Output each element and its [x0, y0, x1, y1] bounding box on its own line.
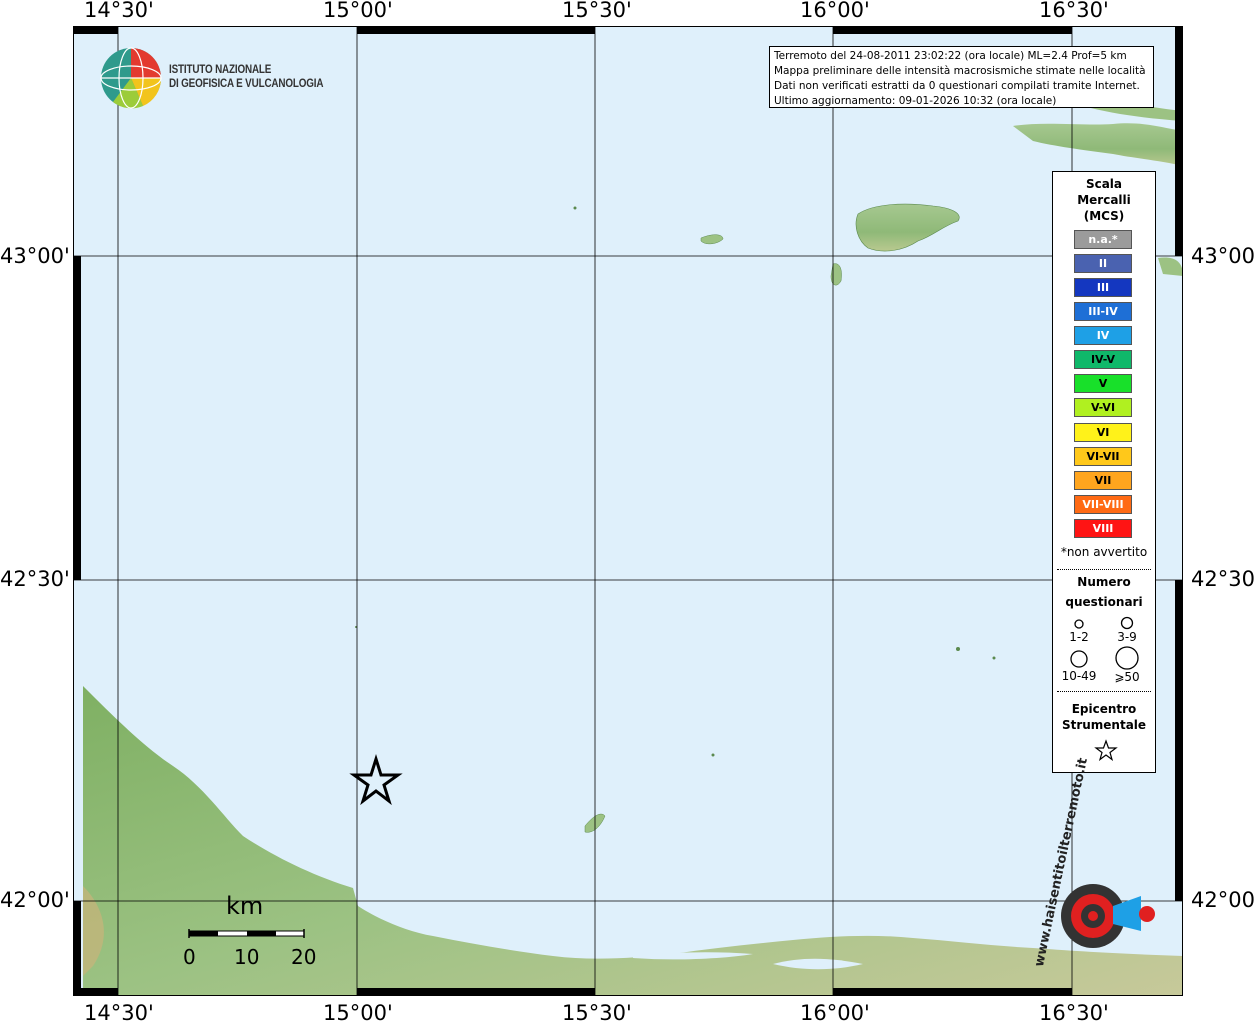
count-label-50: ⩾50	[1114, 670, 1140, 684]
count-circle-medium	[1120, 616, 1134, 630]
epicenter-legend-star-icon	[1094, 739, 1118, 761]
lon-tick-top-2: 15°00'	[323, 0, 393, 22]
count-circle-small	[1074, 619, 1084, 629]
legend-swatch-ii: II	[1074, 254, 1132, 273]
legend-swatch-iv: IV	[1074, 326, 1132, 345]
legend-title-2: Mercalli	[1077, 193, 1131, 207]
scale-label-10: 10	[234, 945, 260, 969]
epicenter-title-1: Epicentro	[1071, 702, 1137, 716]
scale-label-0: 0	[183, 945, 196, 969]
event-info-box: Terremoto del 24-08-2011 23:02:22 (ora l…	[769, 46, 1154, 108]
scale-label-20: 20	[291, 945, 317, 969]
lon-tick-top-4: 16°00'	[800, 0, 870, 22]
map-canvas[interactable]	[73, 26, 1183, 996]
islet-3	[956, 647, 960, 651]
legend-swatch-iii: III	[1074, 278, 1132, 297]
legend-swatch-na: n.a.*	[1074, 230, 1132, 249]
legend-swatch-iv-v: IV-V	[1074, 350, 1132, 369]
ingv-logo-icon	[100, 47, 162, 109]
epicenter-title-2: Strumentale	[1061, 718, 1147, 732]
lat-tick-left-2: 42°30'	[0, 567, 70, 591]
legend-separator-2	[1057, 691, 1151, 692]
count-circle-large	[1070, 650, 1088, 668]
lon-tick-bottom-1: 14°30'	[84, 1001, 154, 1025]
logo-line-1: ISTITUTO NAZIONALE	[169, 64, 272, 76]
count-title-2: questionari	[1065, 595, 1143, 609]
info-line-1: Terremoto del 24-08-2011 23:02:22 (ora l…	[774, 50, 1127, 62]
info-line-3: Dati non verificati estratti da 0 questi…	[774, 80, 1140, 92]
count-symbols	[1070, 616, 1139, 670]
legend-title-3: (MCS)	[1083, 209, 1125, 223]
lat-tick-right-2: 42°30'	[1191, 567, 1256, 591]
lon-tick-top-3: 15°30'	[562, 0, 632, 22]
islet-1	[573, 206, 577, 210]
legend-swatch-vi: VI	[1074, 423, 1132, 442]
info-line-2: Mappa preliminare delle intensità macros…	[774, 65, 1146, 77]
lat-tick-left-3: 42°00'	[0, 888, 70, 912]
lon-tick-top-1: 14°30'	[84, 0, 154, 22]
legend-title-1: Scala	[1085, 177, 1123, 191]
islet-4	[992, 656, 996, 660]
legend-swatch-v-vi: V-VI	[1074, 398, 1132, 417]
lat-tick-left-1: 43°00'	[0, 244, 70, 268]
count-label-1-2: 1-2	[1069, 630, 1089, 644]
ingv-logo-text: ISTITUTO NAZIONALE DI GEOFISICA E VULCAN…	[169, 63, 324, 91]
lon-tick-bottom-4: 16°00'	[800, 1001, 870, 1025]
islet-2	[711, 753, 715, 757]
count-circle-xlarge	[1115, 646, 1139, 670]
legend-swatch-v: V	[1074, 374, 1132, 393]
legend-swatch-vii: VII	[1074, 471, 1132, 490]
legend-swatch-viii: VIII	[1074, 519, 1132, 538]
island-small-2	[830, 263, 842, 286]
legend-note: *non avvertito	[1060, 545, 1148, 559]
count-title-1: Numero	[1077, 575, 1131, 589]
scale-unit: km	[226, 892, 264, 920]
logo-line-2: DI GEOFISICA E VULCANOLOGIA	[169, 78, 324, 90]
legend-swatch-vii-viii: VII-VIII	[1074, 495, 1132, 514]
count-label-3-9: 3-9	[1117, 630, 1137, 644]
lon-tick-bottom-2: 15°00'	[323, 1001, 393, 1025]
info-line-4: Ultimo aggiornamento: 09-01-2026 10:32 (…	[774, 95, 1057, 107]
legend-swatch-iii-iv: III-IV	[1074, 302, 1132, 321]
lat-tick-right-1: 43°00'	[1191, 244, 1256, 268]
legend-swatch-vi-vii: VI-VII	[1074, 447, 1132, 466]
lon-tick-bottom-3: 15°30'	[562, 1001, 632, 1025]
count-label-10-49: 10-49	[1061, 669, 1097, 683]
intensity-legend: Scala Mercalli (MCS) n.a.* II III III-IV…	[1052, 171, 1156, 773]
lat-tick-right-3: 42°00'	[1191, 888, 1256, 912]
lon-tick-bottom-5: 16°30'	[1039, 1001, 1109, 1025]
legend-separator-1	[1057, 569, 1151, 570]
lon-tick-top-5: 16°30'	[1039, 0, 1109, 22]
